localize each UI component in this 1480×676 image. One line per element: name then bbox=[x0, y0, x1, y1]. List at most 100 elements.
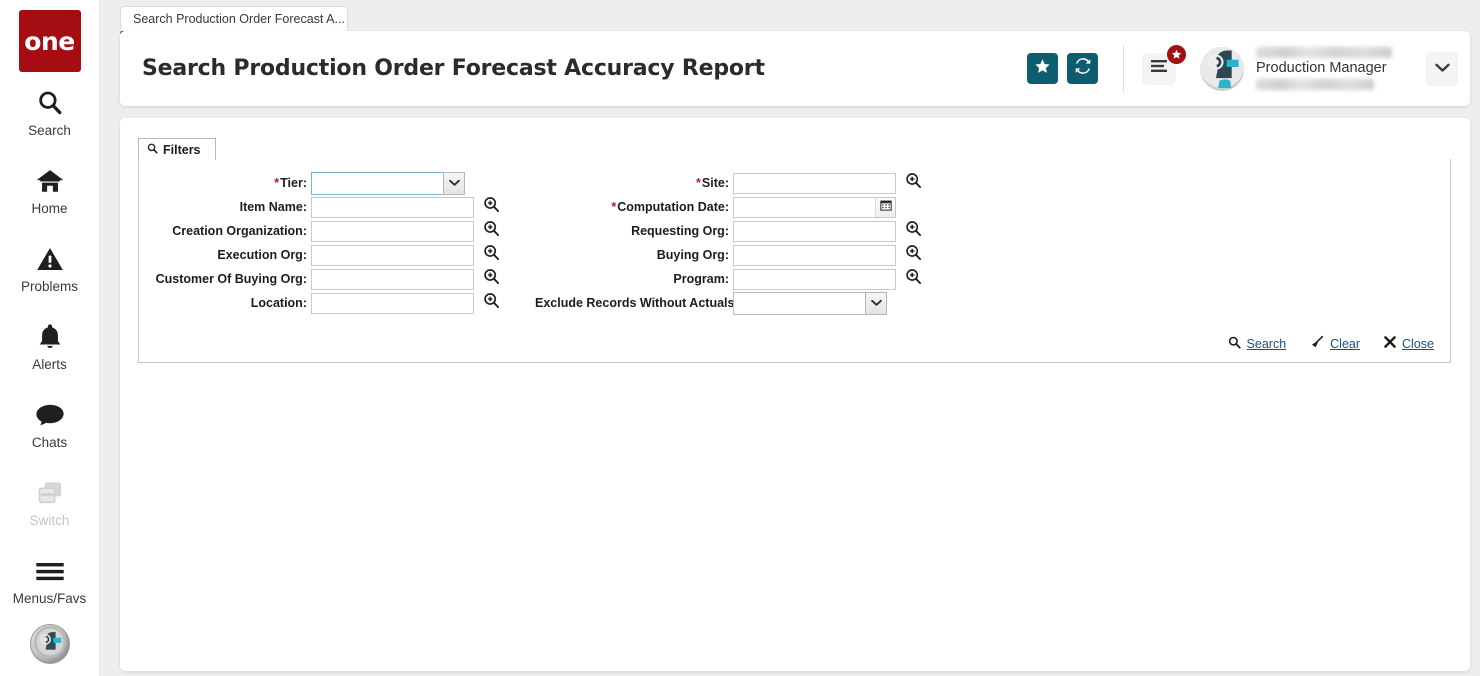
item-name-lookup-button[interactable] bbox=[481, 197, 501, 217]
warning-icon bbox=[36, 242, 64, 276]
program-lookup-button[interactable] bbox=[903, 269, 923, 289]
sidebar-item-label: Home bbox=[31, 201, 67, 216]
field-row-exclude-records-without-actuals: Exclude Records Without Actuals: bbox=[535, 291, 923, 315]
left-sidebar: one Search Home Problems Alerts bbox=[0, 0, 100, 676]
user-email-redacted bbox=[1256, 79, 1374, 90]
sidebar-item-label: Search bbox=[28, 123, 71, 138]
home-icon bbox=[35, 164, 65, 198]
search-icon bbox=[147, 143, 158, 157]
buying-org-lookup-button[interactable] bbox=[903, 245, 923, 265]
tier-select[interactable] bbox=[311, 172, 465, 195]
user-avatar-icon bbox=[1200, 47, 1244, 91]
tab-filters[interactable]: Filters bbox=[138, 138, 216, 160]
star-badge-icon bbox=[1166, 44, 1187, 65]
sidebar-item-alerts[interactable]: Alerts bbox=[0, 308, 100, 384]
search-icon bbox=[1228, 336, 1241, 352]
computation-date-field bbox=[733, 197, 896, 218]
close-action[interactable]: Close bbox=[1384, 336, 1434, 351]
required-marker: * bbox=[611, 200, 616, 214]
customer-of-buying-org-input[interactable] bbox=[311, 269, 474, 290]
sidebar-user-avatar[interactable] bbox=[30, 624, 70, 664]
filters-tab-row: Filters bbox=[138, 138, 1451, 160]
header-divider bbox=[1123, 45, 1124, 92]
field-label-execution-org: Execution Org: bbox=[139, 248, 311, 262]
requesting-org-lookup-button[interactable] bbox=[903, 221, 923, 241]
location-input[interactable] bbox=[311, 293, 474, 314]
program-input[interactable] bbox=[733, 269, 896, 290]
site-input[interactable] bbox=[733, 173, 896, 194]
computation-date-input[interactable] bbox=[733, 197, 896, 218]
sidebar-item-search[interactable]: Search bbox=[0, 74, 100, 150]
field-label-item-name: Item Name: bbox=[139, 200, 311, 214]
search-plus-icon bbox=[905, 244, 922, 266]
buying-org-input[interactable] bbox=[733, 245, 896, 266]
required-marker: * bbox=[274, 176, 279, 190]
computation-date-calendar-button[interactable] bbox=[875, 198, 895, 217]
field-row-requesting-org: Requesting Org: bbox=[535, 219, 923, 243]
page-content: Filters *Tier: bbox=[120, 118, 1470, 671]
close-action-label: Close bbox=[1402, 337, 1434, 351]
sidebar-item-label: Problems bbox=[21, 279, 78, 294]
search-plus-icon bbox=[483, 196, 500, 218]
favorite-button[interactable] bbox=[1027, 53, 1058, 84]
search-action[interactable]: Search bbox=[1228, 336, 1287, 352]
filters-panel: *Tier: Item Name: bbox=[138, 159, 1451, 363]
browser-tab-strip: Search Production Order Forecast A... bbox=[100, 0, 1480, 34]
header-user-avatar[interactable] bbox=[1200, 47, 1244, 91]
tier-dropdown-button[interactable] bbox=[443, 172, 465, 195]
sidebar-item-label: Switch bbox=[30, 513, 70, 528]
location-lookup-button[interactable] bbox=[481, 293, 501, 313]
refresh-button[interactable] bbox=[1067, 53, 1098, 84]
sidebar-item-menus-favs[interactable]: Menus/Favs bbox=[0, 542, 100, 618]
menu-button[interactable] bbox=[1142, 53, 1176, 85]
chat-icon bbox=[35, 398, 65, 432]
creation-organization-input[interactable] bbox=[311, 221, 474, 242]
field-label-tier: *Tier: bbox=[139, 176, 311, 190]
sidebar-item-label: Alerts bbox=[32, 357, 67, 372]
sidebar-item-problems[interactable]: Problems bbox=[0, 230, 100, 306]
brand-logo[interactable]: one bbox=[19, 10, 81, 72]
field-label-location: Location: bbox=[139, 296, 311, 310]
execution-org-input[interactable] bbox=[311, 245, 474, 266]
field-label-customer-of-buying-org: Customer Of Buying Org: bbox=[139, 272, 311, 286]
field-row-buying-org: Buying Org: bbox=[535, 243, 923, 267]
application-root: one Search Home Problems Alerts bbox=[0, 0, 1480, 676]
requesting-org-input[interactable] bbox=[733, 221, 896, 242]
field-row-customer-of-buying-org: Customer Of Buying Org: bbox=[139, 267, 501, 291]
sidebar-item-home[interactable]: Home bbox=[0, 152, 100, 228]
field-row-site: *Site: bbox=[535, 171, 923, 195]
tier-input[interactable] bbox=[311, 172, 443, 195]
bell-icon bbox=[37, 320, 63, 354]
user-menu-dropdown-button[interactable] bbox=[1426, 52, 1458, 86]
list-menu-icon bbox=[1150, 59, 1168, 78]
search-action-label: Search bbox=[1247, 337, 1287, 351]
filters-right-column: *Site: *Computation Date: bbox=[535, 171, 923, 315]
sidebar-item-chats[interactable]: Chats bbox=[0, 386, 100, 462]
brand-logo-text: one bbox=[24, 29, 74, 54]
user-info: Production Manager bbox=[1256, 45, 1406, 92]
sidebar-item-switch[interactable]: Switch bbox=[0, 464, 100, 540]
exclude-records-dropdown-button[interactable] bbox=[865, 292, 887, 315]
item-name-input[interactable] bbox=[311, 197, 474, 218]
calendar-icon bbox=[880, 198, 892, 216]
customer-of-buying-org-lookup-button[interactable] bbox=[481, 269, 501, 289]
clear-action-label: Clear bbox=[1330, 337, 1360, 351]
browser-tab[interactable]: Search Production Order Forecast A... bbox=[120, 6, 348, 34]
star-icon bbox=[1034, 58, 1051, 80]
field-label-buying-org: Buying Org: bbox=[535, 248, 733, 262]
page-title: Search Production Order Forecast Accurac… bbox=[142, 56, 765, 81]
clear-action[interactable]: Clear bbox=[1310, 335, 1360, 352]
search-plus-icon bbox=[905, 268, 922, 290]
field-row-program: Program: bbox=[535, 267, 923, 291]
creation-organization-lookup-button[interactable] bbox=[481, 221, 501, 241]
search-plus-icon bbox=[483, 268, 500, 290]
search-plus-icon bbox=[905, 220, 922, 242]
field-row-location: Location: bbox=[139, 291, 501, 315]
exclude-records-input[interactable] bbox=[733, 292, 865, 315]
chevron-down-icon bbox=[1435, 60, 1450, 78]
exclude-records-select[interactable] bbox=[733, 292, 887, 315]
header-actions: Production Manager bbox=[1018, 31, 1470, 106]
execution-org-lookup-button[interactable] bbox=[481, 245, 501, 265]
field-row-creation-organization: Creation Organization: bbox=[139, 219, 501, 243]
site-lookup-button[interactable] bbox=[903, 173, 923, 193]
